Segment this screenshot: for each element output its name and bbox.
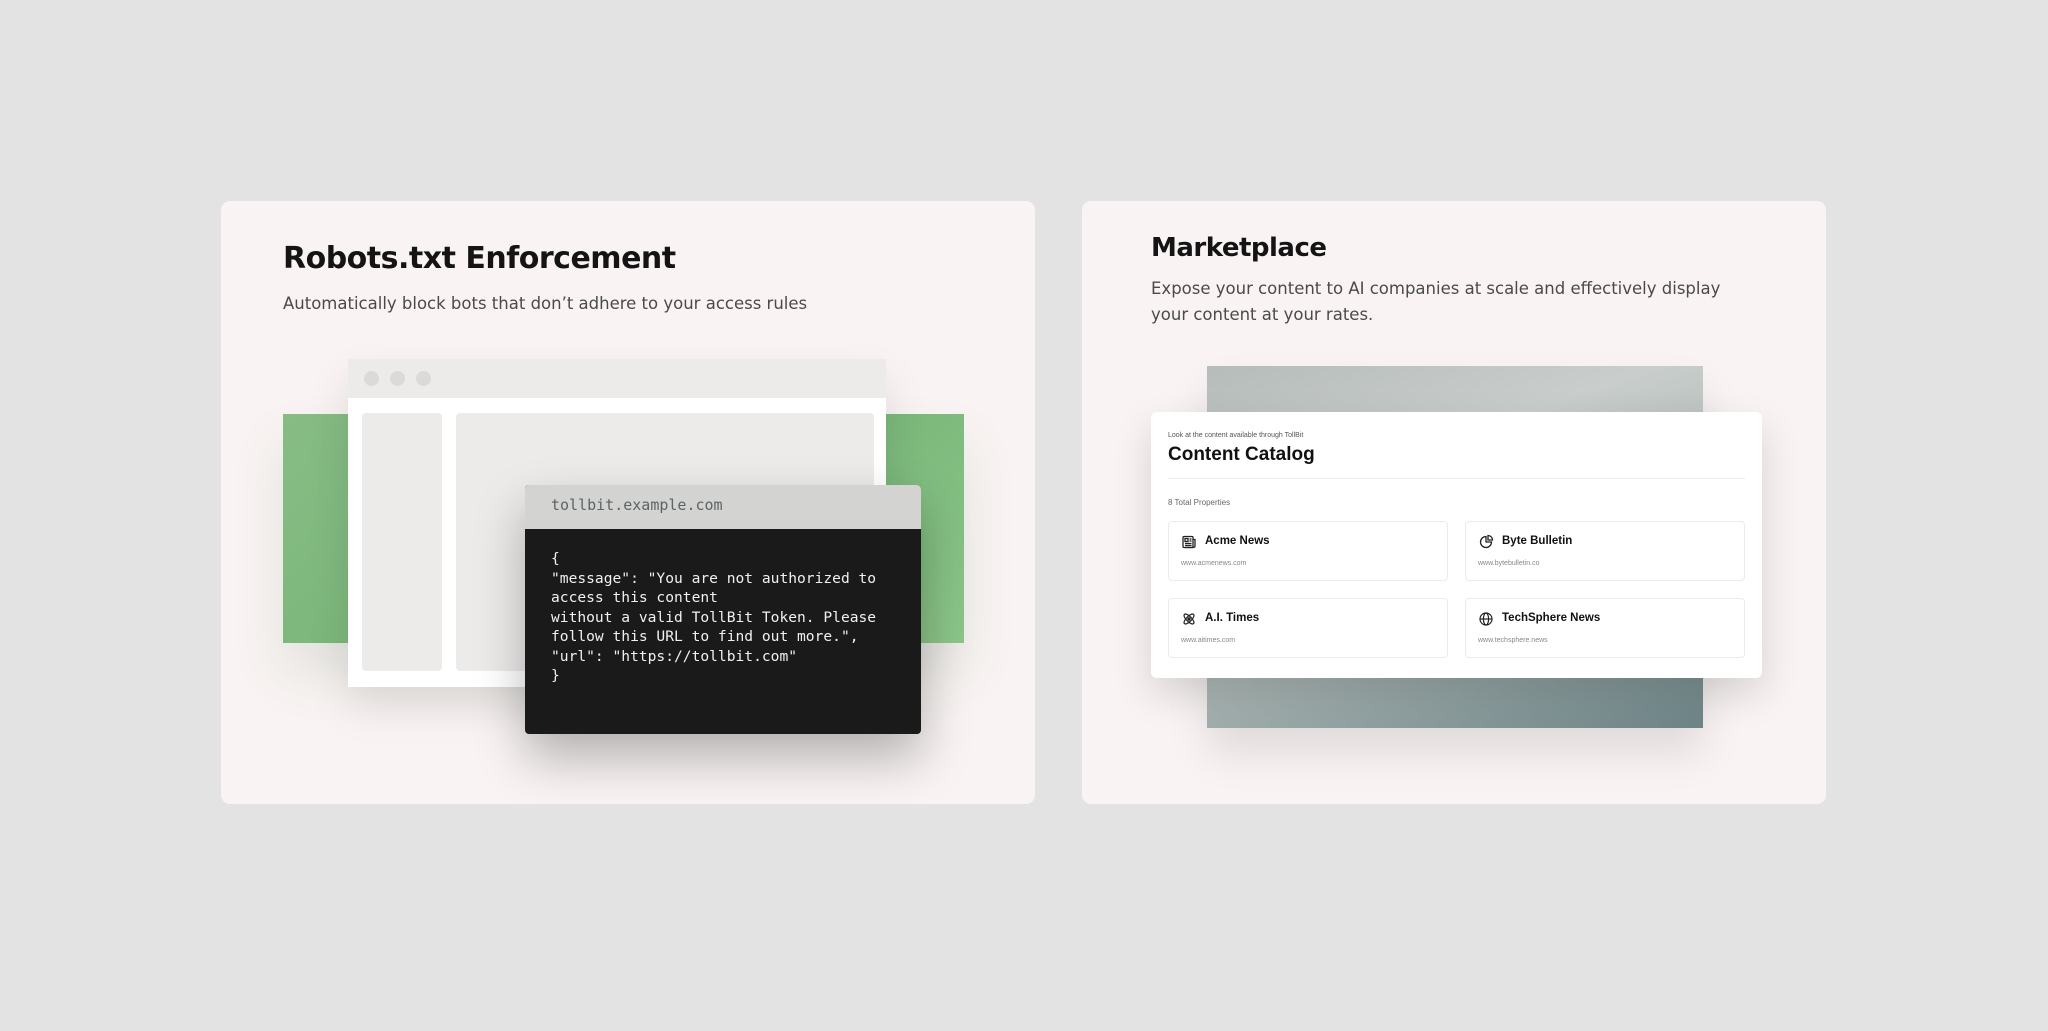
property-url: www.aitimes.com [1181,637,1236,644]
catalog-title: Content Catalog [1168,444,1315,465]
divider [1168,478,1745,479]
property-url: www.bytebulletin.co [1478,560,1540,567]
browser-sidebar-placeholder [362,413,442,671]
terminal-domain: tollbit.example.com [525,485,921,529]
property-name: TechSphere News [1502,612,1601,624]
property-name: Byte Bulletin [1502,535,1573,547]
globe-icon [1479,612,1493,626]
window-dot-icon [390,371,405,386]
terminal-response-json: { "message": "You are not authorized to … [551,550,877,684]
property-url: www.techsphere.news [1478,637,1548,644]
marketplace-card: Marketplace Expose your content to AI co… [1082,201,1826,804]
robots-enforcement-card: Robots.txt Enforcement Automatically blo… [221,201,1035,804]
property-name: Acme News [1205,535,1270,547]
atom-icon [1183,613,1195,625]
browser-title-bar [348,359,886,398]
content-catalog-panel: Look at the content available through To… [1151,412,1762,678]
property-url: www.acmenews.com [1181,560,1247,567]
newspaper-icon [1182,535,1196,549]
property-card-techsphere-news[interactable]: TechSphere News www.techsphere.news [1465,598,1745,658]
pie-chart-icon [1479,534,1494,549]
property-card-ai-times[interactable]: A.I. Times www.aitimes.com [1168,598,1448,658]
property-card-acme-news[interactable]: Acme News www.acmenews.com [1168,521,1448,581]
property-count: 8 Total Properties [1168,498,1231,507]
window-dot-icon [364,371,379,386]
robots-card-subtitle: Automatically block bots that don’t adhe… [283,294,808,313]
robots-card-title: Robots.txt Enforcement [283,241,676,276]
catalog-eyebrow: Look at the content available through To… [1168,432,1304,439]
property-card-byte-bulletin[interactable]: Byte Bulletin www.bytebulletin.co [1465,521,1745,581]
marketplace-card-subtitle: Expose your content to AI companies at s… [1151,279,1721,324]
terminal-window: tollbit.example.com { "message": "You ar… [525,485,921,734]
marketplace-card-title: Marketplace [1151,233,1327,263]
window-dot-icon [416,371,431,386]
property-name: A.I. Times [1205,612,1260,624]
